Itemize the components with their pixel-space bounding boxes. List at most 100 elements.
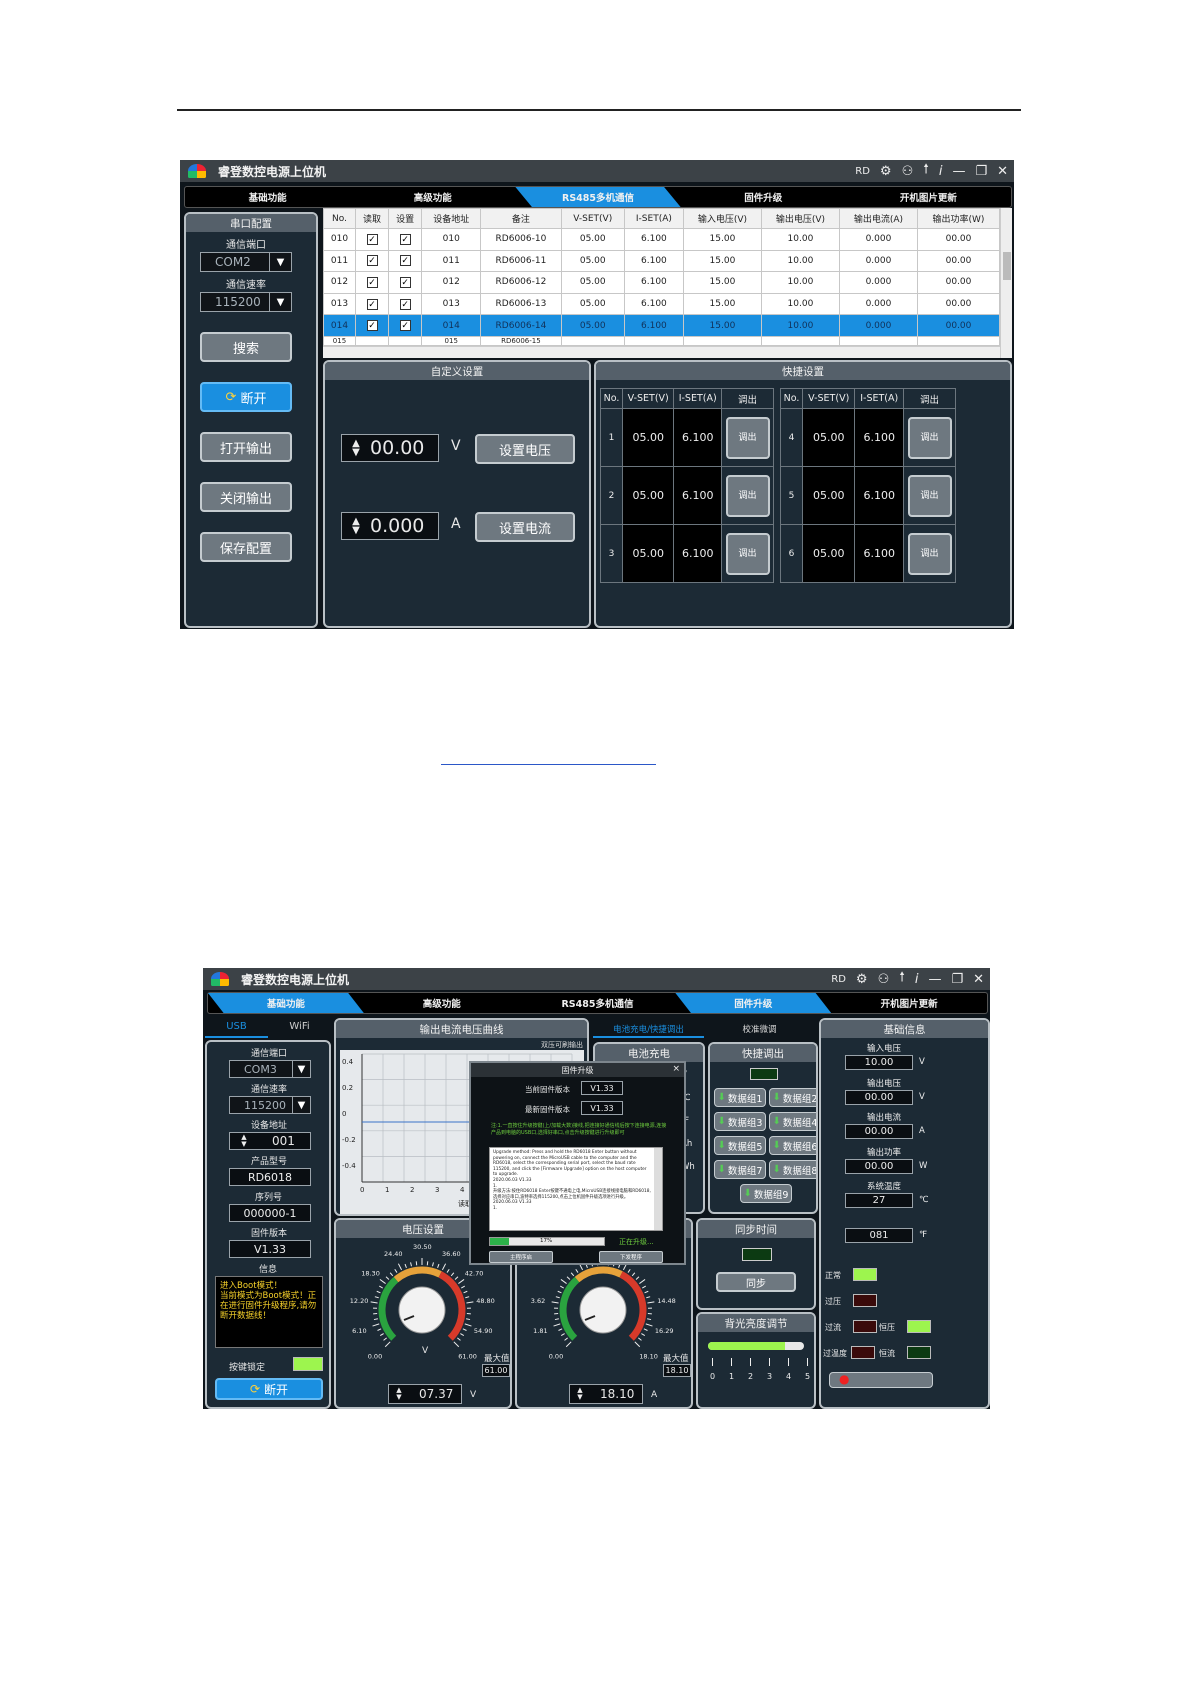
tab-advanced[interactable]: 高级功能 (350, 187, 515, 207)
table-cell[interactable]: ✓ (388, 271, 423, 294)
voltage-stepper[interactable]: ▲ ▼ 00.00 (341, 434, 439, 462)
table-cell[interactable]: ✓ (388, 249, 423, 273)
checkbox[interactable]: ✓ (366, 233, 378, 245)
disconnect-button[interactable]: ⟳ 断开 (215, 1378, 323, 1400)
table-row[interactable]: 011 ✓ ✓ 011 RD6006-11 05.00 6.100 15.00 10.00 0.0… (323, 249, 1001, 273)
recall-button[interactable]: 调出 (725, 474, 770, 517)
recall-button[interactable]: 调出 (725, 532, 770, 575)
tab-firmware[interactable]: 固件升级 (675, 993, 832, 1013)
chevron-down-icon[interactable]: ▼ (292, 1097, 310, 1113)
port-select[interactable]: COM2 ▼ (200, 252, 292, 272)
sync-button[interactable]: 同步 (716, 1272, 796, 1292)
disconnect-button[interactable]: ⟳ 断开 (200, 382, 292, 412)
baud-select[interactable]: 115200 ▼ (229, 1096, 311, 1114)
restore-icon[interactable]: ❐ (975, 164, 987, 179)
tab-rs485[interactable]: RS485多机通信 (520, 993, 676, 1013)
tab-basic[interactable]: 基础功能 (208, 993, 364, 1013)
tab-calibrate[interactable]: 校准微调 (704, 1020, 815, 1038)
info-icon[interactable]: i (939, 164, 943, 179)
baud-select[interactable]: 115200 ▼ (200, 292, 292, 312)
table-row[interactable]: 012 ✓ ✓ 012 RD6006-12 05.00 6.100 15.00 10.00 0.0… (323, 271, 1001, 294)
recall-group-button[interactable]: ⬇ 数据组5 (714, 1136, 766, 1155)
user-icon[interactable]: ⚇ (878, 972, 890, 987)
tab-firmware[interactable]: 固件升级 (681, 187, 846, 207)
close-output-button[interactable]: 关闭输出 (200, 482, 292, 512)
recall-group-button[interactable]: ⬇ 数据组7 (714, 1160, 766, 1179)
close-icon[interactable]: × (672, 1064, 680, 1074)
user-icon[interactable]: ⚇ (902, 164, 914, 179)
recall-group-button[interactable]: ⬇ 数据组4 (769, 1112, 816, 1131)
checkbox[interactable]: ✓ (366, 320, 378, 332)
tab-boot-image[interactable]: 开机图片更新 (846, 187, 1011, 207)
save-config-button[interactable]: 保存配置 (200, 532, 292, 562)
tab-battery-quick[interactable]: 电池充电/快捷调出 (593, 1020, 704, 1038)
tab-advanced[interactable]: 高级功能 (364, 993, 520, 1013)
table-cell[interactable]: ✓ (354, 271, 390, 294)
record-icon[interactable]: ● (839, 1372, 849, 1386)
search-button[interactable]: 搜索 (200, 332, 292, 362)
rd-icon[interactable]: RD (855, 166, 870, 177)
recall-button[interactable]: 调出 (907, 474, 952, 517)
table-cell[interactable]: ✓ (354, 292, 390, 316)
tab-usb[interactable]: USB (205, 1018, 268, 1038)
stepper-arrows-icon[interactable]: ▲ ▼ (342, 439, 370, 458)
backlight-track[interactable] (708, 1342, 804, 1350)
settings-icon[interactable]: ⚙ (856, 972, 868, 987)
restore-icon[interactable]: ❐ (951, 972, 963, 987)
recall-button[interactable]: 调出 (725, 416, 770, 459)
checkbox[interactable]: ✓ (366, 298, 378, 310)
stepper-arrows-icon[interactable]: ▲ ▼ (342, 517, 370, 536)
port-select[interactable]: COM3 ▼ (229, 1060, 311, 1078)
recall-button[interactable]: 调出 (907, 532, 952, 575)
table-cell[interactable]: ✓ (354, 228, 390, 251)
tab-basic[interactable]: 基础功能 (185, 187, 350, 207)
tab-boot-image[interactable]: 开机图片更新 (831, 993, 987, 1013)
recall-group-button[interactable]: ⬇ 数据组6 (769, 1136, 816, 1155)
current-stepper[interactable]: ▲ ▼ 0.000 (341, 512, 439, 540)
vertical-scrollbar[interactable] (1000, 208, 1012, 358)
checkbox[interactable]: ✓ (366, 255, 378, 267)
table-cell[interactable]: ✓ (388, 292, 423, 316)
recall-group-button[interactable]: ⬇ 数据组2 (769, 1088, 816, 1107)
horizontal-scrollbar[interactable] (323, 346, 1000, 358)
table-row[interactable]: 013 ✓ ✓ 013 RD6006-13 05.00 6.100 15.00 10.00 0.0… (323, 292, 1001, 316)
checkbox[interactable]: ✓ (399, 255, 411, 267)
stepper-arrows-icon[interactable]: ▲ ▼ (389, 1387, 409, 1401)
table-row[interactable]: 010 ✓ ✓ 010 RD6006-10 05.00 6.100 15.00 10.00 0.0… (323, 228, 1001, 251)
table-row[interactable]: 014 ✓ ✓ 014 RD6006-14 05.00 6.100 15.00 10.00 0.0… (323, 314, 1001, 337)
table-cell[interactable]: ✓ (388, 314, 423, 337)
set-current-button[interactable]: 设置电流 (475, 512, 575, 542)
chevron-down-icon[interactable]: ▼ (269, 293, 291, 311)
checkbox[interactable]: ✓ (399, 320, 411, 332)
log-scrollbar[interactable] (654, 1148, 662, 1230)
upload-icon[interactable]: 🠕 (899, 968, 905, 990)
minimize-icon[interactable]: — (928, 972, 941, 987)
tab-rs485[interactable]: RS485多机通信 (515, 187, 681, 207)
checkbox[interactable]: ✓ (399, 276, 411, 288)
lock-indicator[interactable] (293, 1357, 323, 1371)
tab-wifi[interactable]: WiFi (268, 1018, 331, 1038)
chevron-down-icon[interactable]: ▼ (269, 253, 291, 271)
checkbox[interactable]: ✓ (399, 233, 411, 245)
table-cell[interactable]: ✓ (354, 249, 390, 273)
recall-group-button[interactable]: ⬇ 数据组9 (740, 1184, 792, 1203)
minimize-icon[interactable]: — (952, 164, 965, 179)
checkbox[interactable]: ✓ (366, 276, 378, 288)
table-cell[interactable]: ✓ (388, 228, 423, 251)
settings-icon[interactable]: ⚙ (880, 164, 892, 179)
upload-icon[interactable]: 🠕 (923, 160, 929, 182)
stepper-arrows-icon[interactable]: ▲ ▼ (570, 1387, 590, 1401)
open-output-button[interactable]: 打开输出 (200, 432, 292, 462)
close-icon[interactable]: ✕ (997, 164, 1008, 179)
checkbox[interactable]: ✓ (399, 298, 411, 310)
current-set-stepper[interactable]: ▲ ▼ 18.10 (569, 1384, 643, 1404)
rd-icon[interactable]: RD (831, 974, 846, 985)
set-voltage-button[interactable]: 设置电压 (475, 434, 575, 464)
table-row[interactable]: 015 015 RD6006-15 (323, 335, 1001, 346)
voltage-set-stepper[interactable]: ▲ ▼ 07.37 (388, 1384, 462, 1404)
chevron-down-icon[interactable]: ▼ (292, 1061, 310, 1077)
stepper-arrows-icon[interactable]: ▲ ▼ (230, 1134, 258, 1148)
table-cell[interactable]: ✓ (354, 314, 390, 337)
recall-button[interactable]: 调出 (907, 416, 952, 459)
recall-group-button[interactable]: ⬇ 数据组8 (769, 1160, 816, 1179)
